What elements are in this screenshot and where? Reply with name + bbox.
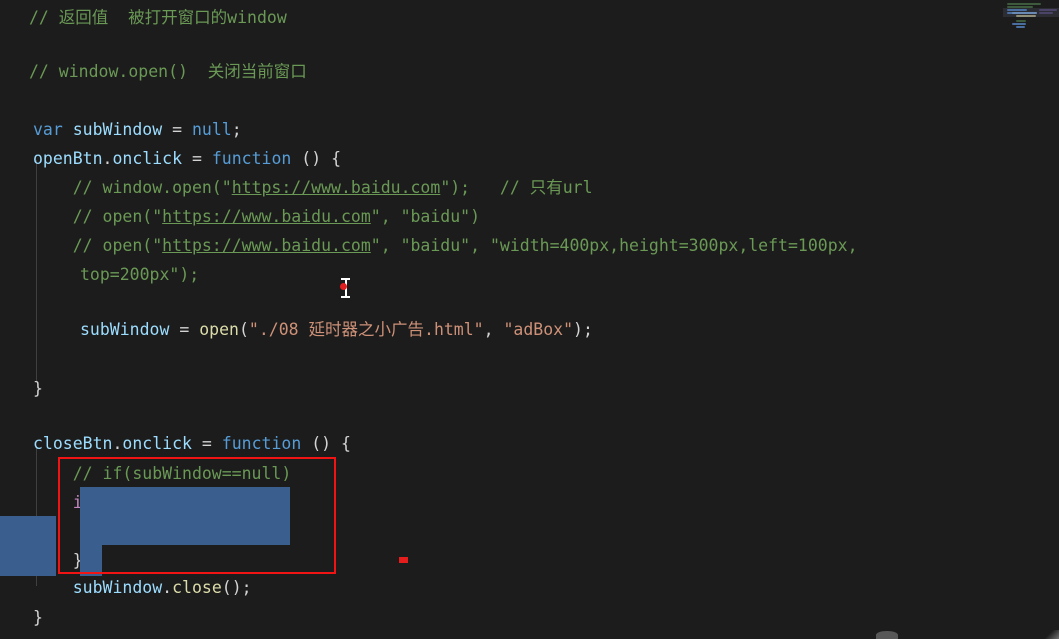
code-token: var (33, 120, 63, 139)
code-token: () { (301, 434, 351, 453)
code-token: subWindow (72, 120, 163, 139)
code-token: subWindow (80, 320, 170, 339)
minimap-line (1007, 9, 1027, 11)
cursor-red-dot-icon (340, 283, 347, 290)
code-token: open (199, 320, 239, 339)
code-token: function (211, 149, 292, 168)
code-line[interactable]: // window.open() 关闭当前窗口 (0, 57, 307, 86)
bottom-artifact (876, 631, 898, 639)
ibeam-cap-bottom (341, 296, 350, 298)
code-token: . (162, 578, 173, 597)
minimap-line (1012, 23, 1026, 25)
minimap-line (1039, 9, 1057, 11)
code-line[interactable]: } (0, 374, 43, 403)
code-line[interactable]: var subWindow = null; (0, 115, 242, 144)
code-token: "./08 延时器之小广告.html" (248, 320, 484, 339)
selection-region[interactable] (80, 516, 290, 545)
code-token: . (102, 149, 113, 168)
selection-region[interactable] (80, 545, 102, 576)
code-line[interactable]: openBtn.onclick = function () { (0, 144, 341, 173)
code-token: = (172, 120, 183, 139)
selection-region[interactable] (80, 487, 290, 516)
code-token: openBtn (33, 149, 103, 168)
code-line[interactable]: subWindow = open("./08 延时器之小广告.html", "a… (0, 315, 593, 344)
code-token: = (179, 320, 190, 339)
minimap[interactable] (1003, 0, 1059, 28)
code-token: subWindow (72, 578, 163, 597)
code-token: . (112, 434, 123, 453)
code-token: () { (291, 149, 341, 168)
minimap-line (1012, 12, 1037, 14)
code-token: } (33, 379, 43, 398)
code-token: // window.open() 关闭当前窗口 (29, 62, 307, 81)
code-line[interactable]: // 返回值 被打开窗口的window (0, 3, 287, 32)
minimap-line (1016, 26, 1025, 28)
code-token: onclick (122, 434, 192, 453)
code-token: ", "baidu", "width=400px,height=300px,le… (370, 236, 858, 255)
code-token: "adBox" (503, 320, 574, 339)
code-token: = (201, 434, 212, 453)
code-token: null (191, 120, 232, 139)
code-token: top=200px"); (80, 265, 200, 284)
code-line[interactable]: // window.open("https://www.baidu.com");… (0, 173, 593, 202)
code-token: function (221, 434, 302, 453)
code-line[interactable]: top=200px"); (0, 260, 199, 289)
text-cursor-icon (340, 277, 351, 299)
minimap-line (1016, 20, 1026, 22)
code-token: ); (573, 320, 593, 339)
code-editor-screen: // 返回值 被打开窗口的window // window.open() 关闭当前… (0, 0, 1059, 639)
code-line[interactable]: // open("https://www.baidu.com", "baidu"… (0, 231, 858, 260)
code-token: // window.open(" (33, 178, 232, 197)
code-token: onclick (112, 149, 183, 168)
minimap-line (1007, 3, 1041, 5)
code-token: close (172, 578, 222, 597)
url-link[interactable]: https://www.baidu.com (162, 231, 371, 260)
code-token: ", "baidu") (370, 207, 481, 226)
bottom-right-corner-artifact (1043, 630, 1059, 639)
code-line[interactable]: subWindow.close(); (0, 573, 252, 602)
code-line[interactable]: closeBtn.onclick = function () { (0, 429, 351, 458)
code-token: } (33, 608, 43, 627)
url-link[interactable]: https://www.baidu.com (162, 202, 371, 231)
code-token: (); (221, 578, 252, 597)
code-token: = (191, 149, 202, 168)
code-token: , (483, 320, 504, 339)
code-token: // open(" (33, 207, 163, 226)
code-token: // if(subWindow==null) (33, 464, 292, 483)
selection-region[interactable] (0, 516, 56, 576)
code-token: closeBtn (33, 434, 113, 453)
code-token: ; (231, 120, 242, 139)
red-annotation-dot (399, 557, 408, 563)
code-token: "); // 只有url (440, 178, 593, 197)
minimap-line (1016, 15, 1036, 17)
code-line[interactable]: } (0, 603, 43, 632)
code-token: // 返回值 被打开窗口的window (29, 8, 287, 27)
code-token: ( (238, 320, 249, 339)
code-token: // open(" (33, 236, 163, 255)
minimap-line (1039, 12, 1053, 14)
code-line[interactable]: // if(subWindow==null) (0, 459, 292, 488)
url-link[interactable]: https://www.baidu.com (232, 173, 441, 202)
minimap-line (1007, 6, 1033, 8)
code-line[interactable]: // open("https://www.baidu.com", "baidu"… (0, 202, 480, 231)
